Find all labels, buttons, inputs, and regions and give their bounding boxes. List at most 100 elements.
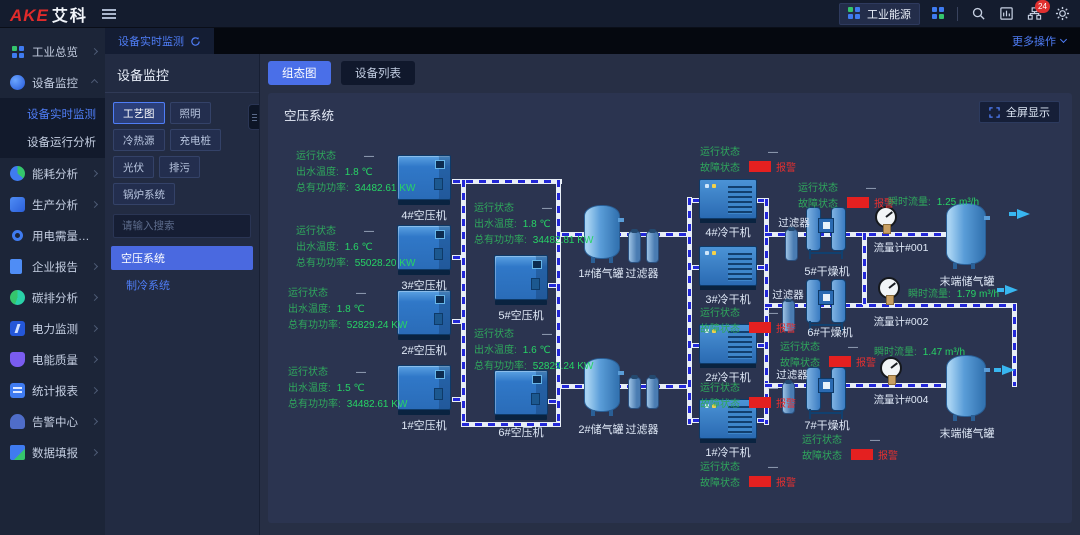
main-content: 组态图 设备列表 空压系统 全屏显示 <box>260 54 1080 535</box>
status-block-compressor-2: 运行状态— 出水温度:1.8 ℃ 总有功功率:52829.24 KW <box>288 286 407 334</box>
header-divider <box>957 7 958 21</box>
top-header: AKE 艾科 工业能源 24 <box>0 0 1080 28</box>
sidebar-item-production-analysis[interactable]: 生产分析 <box>0 189 105 220</box>
more-actions-button[interactable]: 更多操作 <box>1012 28 1080 54</box>
pipe <box>561 384 692 389</box>
equipment-label: 末端储气罐 <box>932 425 1002 441</box>
system-item-secondary[interactable]: 制冷系统 <box>111 273 253 297</box>
tab-realtime-monitor[interactable]: 设备实时监测 <box>105 28 214 54</box>
category-charging-pile[interactable]: 充电桩 <box>170 129 222 151</box>
logo-text-white: 艾科 <box>52 2 88 26</box>
alarm-indicator <box>749 322 771 333</box>
app-logo: AKE 艾科 <box>10 2 88 26</box>
board-title: 空压系统 <box>284 105 334 124</box>
sidebar-item-device-monitor[interactable]: 设备监控 <box>0 67 105 98</box>
device-monitor-icon <box>10 75 25 90</box>
alarm-indicator <box>749 397 771 408</box>
sidebar-item-industry-overview[interactable]: 工业总览 <box>0 36 105 67</box>
category-boiler-system[interactable]: 锅炉系统 <box>113 183 175 205</box>
bell-icon <box>10 414 25 429</box>
lightning-icon <box>10 321 25 336</box>
pipe <box>757 265 765 270</box>
sidebar-subitem-operation-analysis[interactable]: 设备运行分析 <box>0 128 105 156</box>
equipment-label: 1#冷干机 <box>692 444 764 460</box>
sidebar-item-enterprise-report[interactable]: 企业报告 <box>0 251 105 282</box>
system-item-air-compression[interactable]: 空压系统 <box>111 246 253 270</box>
filter-unit <box>628 377 641 409</box>
apps-menu-icon[interactable] <box>932 7 945 20</box>
pipe <box>757 418 765 423</box>
tab-device-list[interactable]: 设备列表 <box>341 61 415 85</box>
search-input[interactable] <box>113 214 251 238</box>
apps-grid-icon <box>848 7 861 20</box>
equipment-label: 流量计#001 <box>868 240 934 255</box>
settings-gear-icon[interactable] <box>1054 6 1070 22</box>
category-solar[interactable]: 光伏 <box>113 156 154 178</box>
equipment-label: 2#空压机 <box>389 342 459 358</box>
flow-reading-004: 瞬时流量:1.47 m³/h <box>874 343 965 358</box>
equipment-label: 流量计#002 <box>868 314 934 329</box>
cold-dryer-3-unit <box>699 246 757 290</box>
chevron-right-icon <box>91 387 98 394</box>
filter-unit <box>646 231 659 263</box>
chevron-right-icon <box>91 325 98 332</box>
chevron-right-icon <box>91 418 98 425</box>
sidebar-item-energy-analysis[interactable]: 能耗分析 <box>0 158 105 189</box>
energy-pie-icon <box>10 166 25 181</box>
category-hvac-source[interactable]: 冷热源 <box>113 129 165 151</box>
equipment-label: 6#干燥机 <box>795 324 865 340</box>
equipment-label: 7#干燥机 <box>792 417 862 433</box>
chevron-up-icon <box>91 79 98 86</box>
production-icon <box>10 197 25 212</box>
equipment-label: 4#冷干机 <box>692 224 764 240</box>
shield-icon <box>10 352 25 367</box>
end-air-tank-bottom <box>946 355 986 417</box>
search-icon[interactable] <box>970 6 986 22</box>
sidebar-item-statistics-report[interactable]: 统计报表 <box>0 375 105 406</box>
hamburger-menu-icon[interactable] <box>102 9 116 19</box>
equipment-label: 过滤器 <box>770 367 814 382</box>
status-block-colddryer-3: 运行状态— 故障状态报警 <box>700 306 796 338</box>
refresh-icon[interactable] <box>190 36 201 47</box>
chevron-right-icon <box>91 201 98 208</box>
tab-config-diagram[interactable]: 组态图 <box>268 61 331 85</box>
chevron-right-icon <box>91 294 98 301</box>
flow-arrow-icon <box>1005 285 1018 295</box>
category-buttons: 工艺图 照明 冷热源 充电桩 光伏 排污 锅炉系统 <box>105 93 259 207</box>
pipe <box>548 283 557 288</box>
sidebar-subitem-realtime-monitor[interactable]: 设备实时监测 <box>0 100 105 128</box>
category-lighting[interactable]: 照明 <box>170 102 211 124</box>
category-sewage[interactable]: 排污 <box>159 156 200 178</box>
status-block-dryer-7: 运行状态— 故障状态报警 <box>802 433 898 465</box>
alarm-count-badge: 24 <box>1035 0 1050 13</box>
panel-collapse-handle[interactable] <box>248 104 259 130</box>
workspace-switcher[interactable]: 工业能源 <box>839 3 920 25</box>
clipboard-icon <box>10 383 25 398</box>
logo-text-red: AKE <box>10 6 49 26</box>
sidebar-item-carbon-analysis[interactable]: 碳排分析 <box>0 282 105 313</box>
pipe <box>757 343 765 348</box>
report-doc-icon <box>10 259 22 274</box>
sidebar-item-power-monitor[interactable]: 电力监测 <box>0 313 105 344</box>
chevron-right-icon <box>91 356 98 363</box>
alarm-indicator <box>749 476 771 487</box>
fullscreen-button[interactable]: 全屏显示 <box>979 101 1060 123</box>
alarm-monitor-icon[interactable]: 24 <box>1026 6 1042 22</box>
pipe <box>452 397 462 402</box>
sidebar-item-demand-analysis[interactable]: 用电需量分析 <box>0 220 105 251</box>
device-panel: 设备监控 工艺图 照明 冷热源 充电桩 光伏 排污 锅炉系统 空压系统 制冷系统 <box>105 54 260 535</box>
pipe <box>862 232 867 305</box>
flow-arrow-icon <box>1002 365 1015 375</box>
data-fill-icon <box>10 445 25 460</box>
report-chart-icon[interactable] <box>998 6 1014 22</box>
category-process-diagram[interactable]: 工艺图 <box>113 102 165 124</box>
pipe <box>452 319 462 324</box>
pipe <box>452 179 562 184</box>
sidebar-item-power-quality[interactable]: 电能质量 <box>0 344 105 375</box>
sidebar-item-data-fill[interactable]: 数据填报 <box>0 437 105 468</box>
flow-gauge-002 <box>878 277 900 299</box>
status-block-compressor-1: 运行状态— 出水温度:1.5 ℃ 总有功功率:34482.61 KW <box>288 365 407 413</box>
sidebar-item-alarm-center[interactable]: 告警中心 <box>0 406 105 437</box>
pipe <box>548 399 557 404</box>
device-panel-title: 设备监控 <box>105 54 259 93</box>
